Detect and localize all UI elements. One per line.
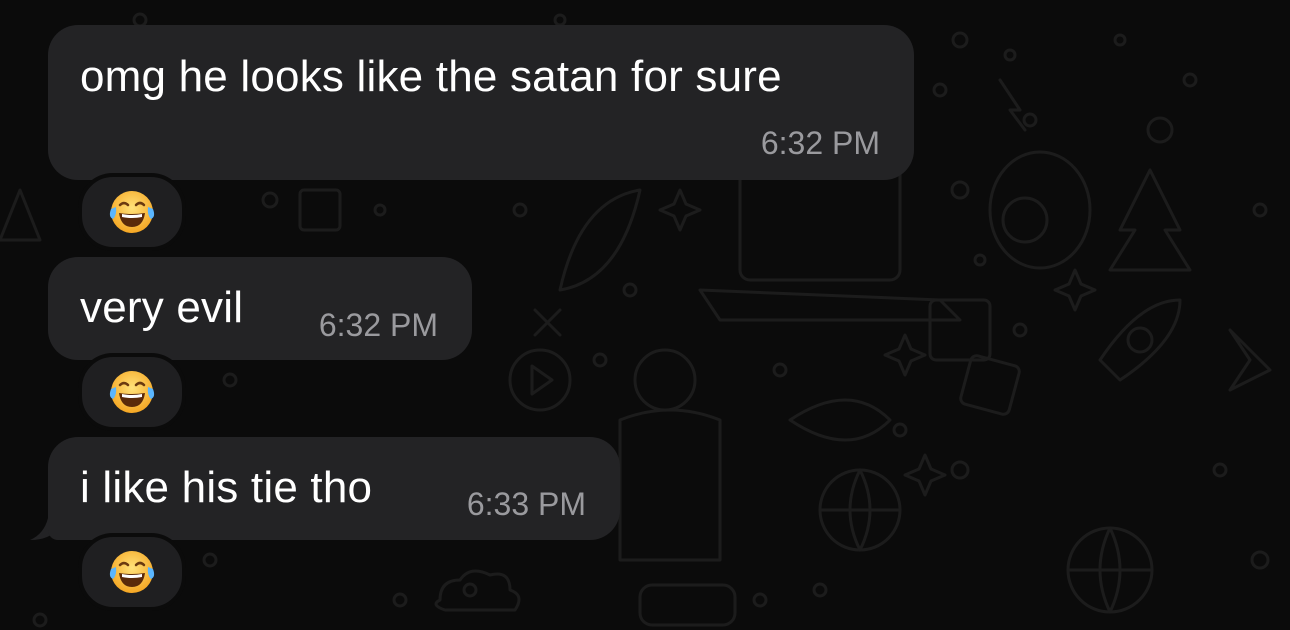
message-bubble[interactable]: i like his tie tho 6:33 PM bbox=[48, 437, 620, 540]
message-text: very evil bbox=[80, 283, 244, 332]
message-text: omg he looks like the satan for sure bbox=[80, 52, 782, 101]
face-with-tears-of-joy-icon bbox=[109, 551, 155, 593]
message-timestamp: 6:33 PM bbox=[466, 486, 586, 522]
message-timestamp: 6:32 PM bbox=[760, 125, 880, 161]
message-text: i like his tie tho bbox=[80, 463, 373, 512]
message-bubble[interactable]: very evil 6:32 PM bbox=[48, 257, 472, 360]
face-with-tears-of-joy-icon bbox=[109, 371, 155, 413]
message-reaction[interactable] bbox=[78, 353, 186, 431]
message-list: omg he looks like the satan for sure 6:3… bbox=[0, 0, 1290, 630]
face-with-tears-of-joy-icon bbox=[109, 191, 155, 233]
message-bubble[interactable]: omg he looks like the satan for sure 6:3… bbox=[48, 25, 914, 180]
message-timestamp: 6:32 PM bbox=[318, 307, 438, 343]
message-reaction[interactable] bbox=[78, 173, 186, 251]
message-reaction[interactable] bbox=[78, 533, 186, 611]
